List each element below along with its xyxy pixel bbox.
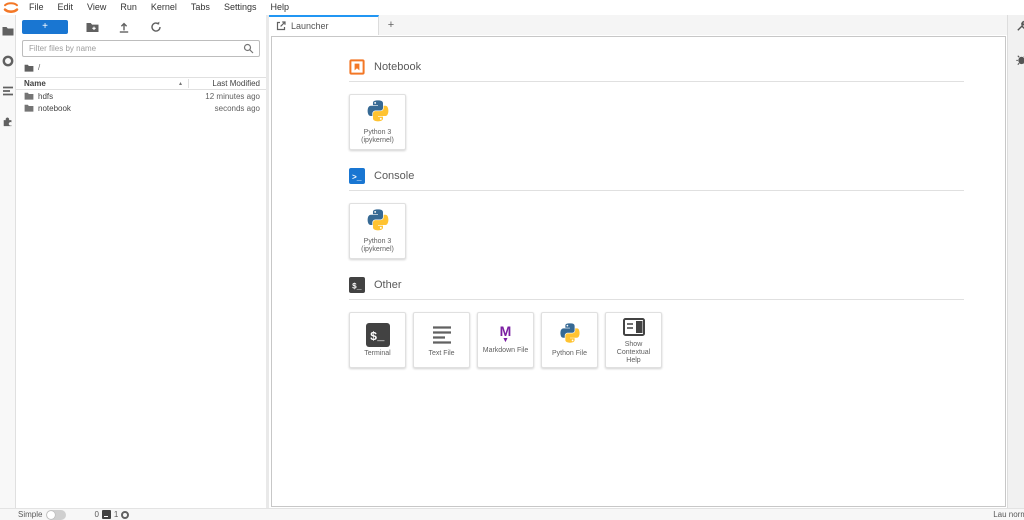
section-console: >_ Console [349, 168, 985, 259]
file-browser-icon[interactable] [0, 23, 16, 39]
section-title: Other [374, 279, 402, 291]
section-title: Notebook [374, 61, 421, 73]
file-browser-panel: + [16, 15, 269, 508]
simple-mode-toggle[interactable] [46, 510, 66, 520]
running-sessions-icon[interactable] [0, 53, 16, 69]
card-label: Python 3 (ipykernel) [350, 238, 405, 254]
card-label: Terminal [361, 350, 393, 358]
new-launcher-button[interactable]: + [22, 20, 68, 34]
file-row-hdfs[interactable]: hdfs 12 minutes ago [16, 90, 266, 102]
kernel-icon [121, 511, 129, 519]
filter-files-box [22, 40, 260, 57]
debugger-icon[interactable] [1015, 53, 1024, 66]
extension-manager-icon[interactable] [0, 113, 16, 129]
simple-mode-label: Simple [18, 510, 42, 519]
menu-bar: File Edit View Run Kernel Tabs Settings … [0, 0, 1024, 15]
divider [349, 190, 964, 191]
section-other: $_ Other $_ [349, 277, 985, 368]
session-counts[interactable]: 0 1 [94, 510, 129, 519]
card-label: Text File [425, 350, 457, 358]
menu-file[interactable]: File [22, 0, 51, 15]
python-icon [558, 323, 582, 347]
search-icon [241, 43, 255, 54]
launcher-icon [276, 21, 286, 31]
terminal-icon: $_ [349, 277, 365, 293]
menu-tabs[interactable]: Tabs [184, 0, 217, 15]
toggle-knob [47, 511, 55, 519]
menu-run[interactable]: Run [113, 0, 144, 15]
svg-text:$_: $_ [370, 330, 385, 344]
python-icon [365, 209, 391, 235]
breadcrumb[interactable]: / [16, 57, 266, 77]
home-folder-icon [24, 64, 34, 72]
listing-header: Name ▴ Last Modified [16, 77, 266, 90]
new-folder-icon[interactable] [84, 20, 100, 34]
file-browser-toolbar: + [16, 15, 266, 38]
upload-icon[interactable] [116, 20, 132, 34]
file-row-notebook[interactable]: notebook seconds ago [16, 102, 266, 114]
notebook-icon [349, 59, 365, 75]
property-inspector-icon[interactable] [1015, 20, 1024, 33]
card-python-file[interactable]: Python File [541, 312, 598, 368]
table-of-contents-icon[interactable] [0, 83, 16, 99]
card-console-python3[interactable]: Python 3 (ipykernel) [349, 203, 406, 259]
file-name: hdfs [38, 92, 53, 101]
sort-ascending-icon: ▴ [179, 80, 182, 87]
svg-text:$_: $_ [352, 283, 362, 292]
new-tab-button[interactable]: + [379, 15, 403, 35]
card-markdown-file[interactable]: M ▼ Markdown File [477, 312, 534, 368]
card-label: Python 3 (ipykernel) [350, 129, 405, 145]
breadcrumb-root[interactable]: / [38, 63, 40, 72]
terminals-count: 0 [94, 510, 98, 519]
main-area: Launcher + Noteboo [269, 15, 1007, 508]
status-right-text: Lau norm [993, 510, 1024, 519]
menu-view[interactable]: View [80, 0, 113, 15]
menu-help[interactable]: Help [263, 0, 296, 15]
divider [349, 299, 964, 300]
card-show-contextual-help[interactable]: Show Contextual Help [605, 312, 662, 368]
contextual-help-icon [622, 316, 646, 338]
card-label: Python File [549, 350, 590, 358]
jupyterlab-window: File Edit View Run Kernel Tabs Settings … [0, 0, 1024, 520]
file-name: notebook [38, 104, 71, 113]
python-icon [365, 100, 391, 126]
folder-icon [24, 92, 34, 100]
section-notebook: Notebook Python 3 (ipykernel) [349, 59, 985, 150]
jupyter-logo-icon [0, 1, 22, 15]
column-header-name[interactable]: Name ▴ [16, 79, 188, 88]
tab-label: Launcher [291, 21, 329, 31]
card-terminal[interactable]: $_ Terminal [349, 312, 406, 368]
tab-launcher[interactable]: Launcher [269, 15, 379, 35]
terminal-icon: $_ [366, 323, 390, 347]
divider [349, 81, 964, 82]
terminals-icon [102, 510, 111, 519]
markdown-icon: M ▼ [500, 325, 512, 344]
card-notebook-python3[interactable]: Python 3 (ipykernel) [349, 94, 406, 150]
card-label: Show Contextual Help [606, 341, 661, 365]
file-modified: seconds ago [215, 104, 266, 113]
refresh-icon[interactable] [148, 20, 164, 34]
card-text-file[interactable]: Text File [413, 312, 470, 368]
right-sidebar [1007, 15, 1024, 508]
file-modified: 12 minutes ago [205, 92, 266, 101]
text-file-icon [430, 323, 454, 347]
card-label: Markdown File [480, 347, 532, 355]
menu-settings[interactable]: Settings [217, 0, 264, 15]
folder-icon [24, 104, 34, 112]
column-header-last-modified[interactable]: Last Modified [188, 79, 266, 88]
status-bar: Simple 0 1 Lau norm [0, 508, 1024, 520]
left-sidebar [0, 15, 16, 508]
section-title: Console [374, 170, 414, 182]
menu-edit[interactable]: Edit [51, 0, 81, 15]
tab-bar: Launcher + [269, 15, 1007, 35]
svg-text:>_: >_ [352, 174, 362, 183]
kernels-count: 1 [114, 510, 118, 519]
launcher-panel: Notebook Python 3 (ipykernel) [271, 36, 1006, 507]
console-icon: >_ [349, 168, 365, 184]
filter-files-input[interactable] [23, 44, 241, 53]
menu-kernel[interactable]: Kernel [144, 0, 184, 15]
